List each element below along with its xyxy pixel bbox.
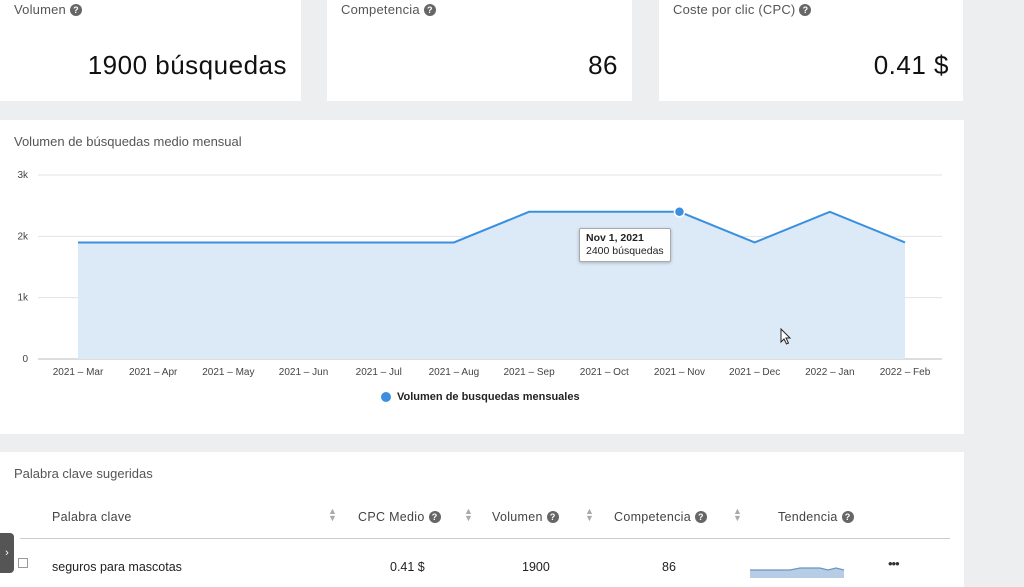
x-tick-label: 2022 – Feb (880, 367, 931, 378)
x-tick-label: 2021 – Jun (279, 367, 329, 378)
data-point (753, 240, 757, 244)
highlighted-data-point (673, 206, 686, 218)
data-point (602, 210, 606, 214)
more-icon[interactable]: ••• (888, 556, 900, 571)
competition-label: Competencia (341, 2, 420, 17)
data-point (527, 210, 531, 214)
search-volume-chart[interactable]: 0 1k 2k 3k 2021 – Mar 2021 – Apr 2021 – May 202… (0, 120, 964, 434)
volume-card: Volumen ? 1900 búsquedas (0, 0, 301, 101)
data-point (452, 240, 456, 244)
sort-icon[interactable]: ▲ ▼ (733, 507, 742, 523)
row-keyword[interactable]: seguros para mascotas (52, 560, 182, 574)
question-circle-icon[interactable]: ? (428, 511, 441, 523)
legend-dot-icon (381, 392, 391, 402)
cpc-label: Coste por clic (CPC) (673, 2, 796, 17)
sort-icon[interactable]: ▲ ▼ (585, 507, 594, 523)
x-tick-label: 2021 – May (202, 367, 254, 378)
x-tick-label: 2021 – Jul (356, 367, 402, 378)
keyword-table-card: Palabra clave sugeridas Palabra clave ▲ ▼… (0, 452, 964, 587)
x-tick-label: 2021 – Nov (654, 367, 705, 378)
header-cpc[interactable]: CPC Medio ? (358, 510, 441, 524)
competition-card: Competencia ? 86 (327, 0, 632, 101)
header-trend: Tendencia ? (778, 510, 854, 524)
sort-icon[interactable]: ▲ ▼ (464, 507, 473, 523)
question-circle-icon[interactable]: ? (841, 511, 854, 523)
question-circle-icon[interactable]: ? (70, 3, 82, 16)
question-circle-icon[interactable]: ? (546, 511, 559, 523)
data-point (76, 240, 80, 244)
row-cpc: 0.41 $ (390, 560, 425, 574)
data-point (903, 240, 907, 244)
y-tick-label: 0 (22, 354, 28, 365)
data-point (226, 240, 230, 244)
tooltip-date: Nov 1, 2021 (586, 232, 644, 244)
chart-card: Volumen de búsquedas medio mensual 0 1k 2k… (0, 120, 964, 434)
question-circle-icon[interactable]: ? (799, 3, 812, 16)
x-tick-label: 2021 – Oct (580, 367, 629, 378)
table-title: Palabra clave sugeridas (14, 466, 153, 481)
data-point (828, 210, 832, 214)
x-tick-label: 2022 – Jan (805, 367, 855, 378)
data-point (151, 240, 155, 244)
trend-sparkline (750, 567, 845, 578)
tooltip-value: 2400 búsquedas (586, 245, 664, 257)
mouse-cursor-icon (780, 328, 792, 345)
cpc-value: 0.41 $ (873, 50, 949, 80)
header-volume[interactable]: Volumen ? (492, 510, 559, 524)
volume-value: 1900 búsquedas (87, 50, 287, 80)
chart-legend[interactable]: Volumen de busquedas mensuales (381, 391, 580, 403)
question-circle-icon[interactable]: ? (694, 511, 707, 523)
x-tick-label: 2021 – Aug (429, 367, 480, 378)
header-divider (20, 538, 950, 539)
data-point (302, 240, 306, 244)
side-panel-tab[interactable]: › (0, 533, 14, 573)
y-tick-label: 3k (17, 170, 29, 181)
legend-label: Volumen de busquedas mensuales (397, 391, 580, 403)
x-tick-label: 2021 – Sep (504, 367, 556, 378)
volume-label: Volumen (14, 2, 66, 17)
x-tick-label: 2021 – Dec (729, 367, 780, 378)
checkbox-icon[interactable] (18, 558, 28, 568)
cpc-card: Coste por clic (CPC) ? 0.41 $ (659, 0, 963, 101)
x-tick-label: 2021 – Mar (53, 367, 104, 378)
question-circle-icon[interactable]: ? (423, 3, 436, 16)
chart-tooltip: Nov 1, 2021 2400 búsquedas (579, 228, 671, 262)
header-keyword[interactable]: Palabra clave (52, 510, 132, 524)
row-volume: 1900 (522, 560, 550, 574)
x-tick-label: 2021 – Apr (129, 367, 178, 378)
y-tick-label: 1k (17, 293, 29, 304)
sort-icon[interactable]: ▲ ▼ (328, 507, 337, 523)
header-competition[interactable]: Competencia ? (614, 510, 707, 524)
competition-value: 86 (588, 50, 618, 80)
row-competition: 86 (662, 560, 676, 574)
y-tick-label: 2k (17, 231, 29, 242)
data-point (377, 240, 381, 244)
